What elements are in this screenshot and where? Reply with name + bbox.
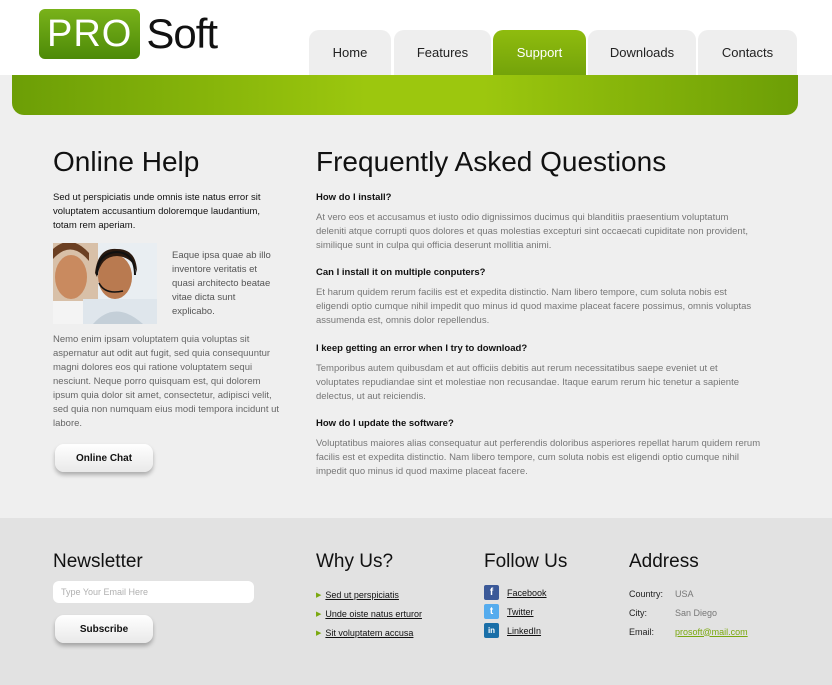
linkedin-icon[interactable]: in	[484, 623, 499, 638]
nav-home[interactable]: Home	[309, 30, 391, 75]
faq-item: Can I install it on multiple conputers? …	[316, 267, 761, 328]
city-value: San Diego	[675, 607, 718, 618]
logo-soft: Soft	[146, 10, 218, 57]
faq-question: Can I install it on multiple conputers?	[316, 267, 486, 278]
prosoft-logo[interactable]: PRO Soft	[39, 8, 218, 60]
why-us-link[interactable]: Sed ut perspiciatis	[325, 590, 399, 600]
city-label: City:	[629, 607, 647, 618]
facebook-icon[interactable]: f	[484, 585, 499, 600]
triangle-bullet-icon: ▶	[316, 629, 322, 637]
faq-item: How do I install? At vero eos et accusam…	[316, 192, 761, 253]
list-item: f Facebook	[484, 583, 547, 602]
newsletter-email-input[interactable]	[53, 581, 254, 603]
why-us-list: ▶ Sed ut perspiciatis ▶ Unde oiste natus e…	[316, 585, 422, 642]
subscribe-button[interactable]: Subscribe	[55, 615, 153, 643]
green-banner	[12, 75, 798, 115]
list-item: ▶ Sit voluptatem accusa	[316, 623, 422, 642]
twitter-link[interactable]: Twitter	[507, 607, 534, 617]
linkedin-link[interactable]: LinkedIn	[507, 626, 541, 636]
nav-downloads[interactable]: Downloads	[588, 30, 696, 75]
facebook-link[interactable]: Facebook	[507, 588, 547, 598]
list-item: ▶ Unde oiste natus erturor	[316, 604, 422, 623]
site-header: PRO Soft Home Features Support Downloads…	[0, 0, 832, 75]
address-title: Address	[629, 551, 699, 572]
country-label: Country:	[629, 588, 664, 599]
twitter-icon[interactable]: t	[484, 604, 499, 619]
list-item: in LinkedIn	[484, 621, 547, 640]
why-us-link[interactable]: Unde oiste natus erturor	[325, 609, 422, 619]
address-row: Email: prosoft@mail.com	[629, 622, 748, 641]
triangle-bullet-icon: ▶	[316, 610, 322, 618]
country-value: USA	[675, 588, 694, 599]
address-row: Country: USA	[629, 584, 748, 603]
faq-answer: At vero eos et accusamus et iusto odio d…	[316, 212, 748, 251]
address-block: Country: USA City: San Diego Email: pros…	[629, 584, 748, 641]
nav-contacts[interactable]: Contacts	[698, 30, 797, 75]
faq-question: I keep getting an error when I try to do…	[316, 343, 528, 354]
newsletter-title: Newsletter	[53, 551, 143, 572]
email-label: Email:	[629, 626, 655, 637]
online-help-title: Online Help	[53, 146, 200, 177]
address-row: City: San Diego	[629, 603, 748, 622]
faq-question: How do I update the software?	[316, 418, 454, 429]
faq-item: How do I update the software? Voluptatib…	[316, 418, 761, 479]
faq-title: Frequently Asked Questions	[316, 146, 667, 177]
why-us-link[interactable]: Sit voluptatem accusa	[325, 628, 413, 638]
follow-us-title: Follow Us	[484, 551, 568, 572]
faq-answer: Voluptatibus maiores alias consequatur a…	[316, 438, 761, 477]
faq-answer: Et harum quidem rerum facilis est et exp…	[316, 287, 752, 326]
faq-question: How do I install?	[316, 192, 392, 203]
list-item: ▶ Sed ut perspiciatis	[316, 585, 422, 604]
faq-item: I keep getting an error when I try to do…	[316, 343, 761, 404]
email-link[interactable]: prosoft@mail.com	[675, 627, 748, 637]
photo-caption-text: Eaque ipsa quae ab illo inventore verita…	[172, 250, 271, 317]
faq-answer: Temporibus autem quibusdam et aut offici…	[316, 363, 740, 402]
online-chat-button[interactable]: Online Chat	[55, 444, 153, 472]
follow-us-list: f Facebook t Twitter in LinkedIn	[484, 583, 547, 640]
list-item: t Twitter	[484, 602, 547, 621]
nav-support[interactable]: Support	[493, 30, 586, 75]
support-agents-illustration	[53, 243, 157, 324]
logo-pro: PRO	[39, 9, 141, 59]
nav-features[interactable]: Features	[394, 30, 491, 75]
support-agents-photo	[53, 243, 157, 324]
triangle-bullet-icon: ▶	[316, 591, 322, 599]
online-help-body: Nemo enim ipsam voluptatem quia voluptas…	[53, 334, 280, 429]
online-help-intro: Sed ut perspiciatis unde omnis iste natu…	[53, 192, 261, 231]
why-us-title: Why Us?	[316, 551, 394, 572]
